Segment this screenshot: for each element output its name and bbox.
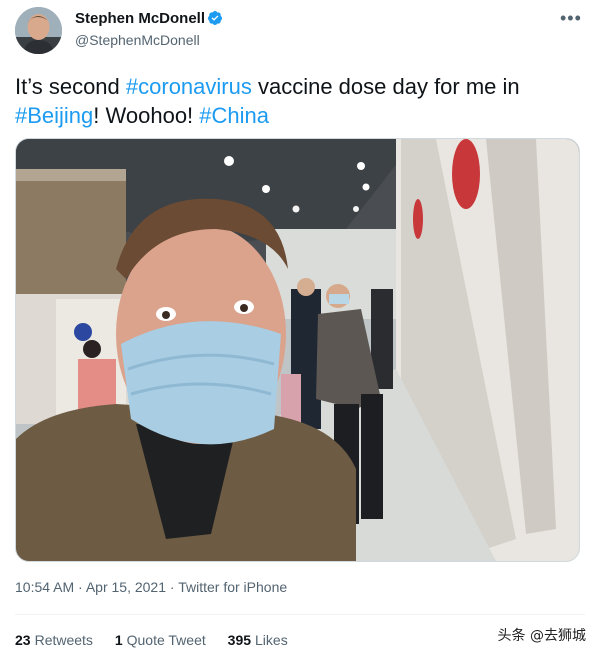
hashtag-link[interactable]: #Beijing	[15, 103, 93, 128]
retweets-count: 23	[15, 632, 31, 648]
retweets-label: Retweets	[34, 632, 93, 648]
more-options-icon[interactable]: •••	[560, 8, 582, 29]
meta-separator: ·	[74, 579, 86, 595]
verified-badge-icon	[207, 11, 222, 25]
quotes-label: Quote Tweet	[126, 632, 206, 648]
likes-label: Likes	[255, 632, 288, 648]
watermark: 头条 @去狮城	[497, 628, 586, 644]
tweet-meta: 10:54 AM · Apr 15, 2021 · Twitter for iP…	[15, 579, 287, 595]
author-name[interactable]: Stephen McDonell	[75, 10, 205, 27]
tweet-photo[interactable]	[15, 138, 580, 562]
author-handle[interactable]: @StephenMcDonell	[75, 32, 200, 48]
quotes-stat[interactable]: 1 Quote Tweet	[115, 632, 206, 648]
tweet: Stephen McDonell @StephenMcDonell ••• It…	[0, 0, 600, 654]
hashtag-link[interactable]: #coronavirus	[126, 74, 252, 99]
engagement-stats: 23 Retweets 1 Quote Tweet 395 Likes	[15, 632, 306, 648]
quotes-count: 1	[114, 632, 123, 648]
tweet-time[interactable]: 10:54 AM	[15, 579, 74, 595]
text-segment: ! Woohoo!	[93, 103, 200, 128]
likes-stat[interactable]: 395 Likes	[228, 632, 288, 648]
tweet-date[interactable]: Apr 15, 2021	[86, 579, 166, 595]
text-segment: It’s second	[15, 74, 126, 99]
avatar[interactable]	[15, 7, 62, 54]
divider	[15, 614, 585, 615]
likes-count: 395	[227, 632, 252, 648]
text-segment: vaccine dose day for me in	[251, 74, 520, 99]
retweets-stat[interactable]: 23 Retweets	[15, 632, 93, 648]
tweet-source[interactable]: Twitter for iPhone	[178, 579, 287, 595]
meta-separator: ·	[166, 579, 179, 595]
tweet-text: It’s second #coronavirus vaccine dose da…	[15, 72, 585, 130]
hashtag-link[interactable]: #China	[199, 103, 269, 128]
